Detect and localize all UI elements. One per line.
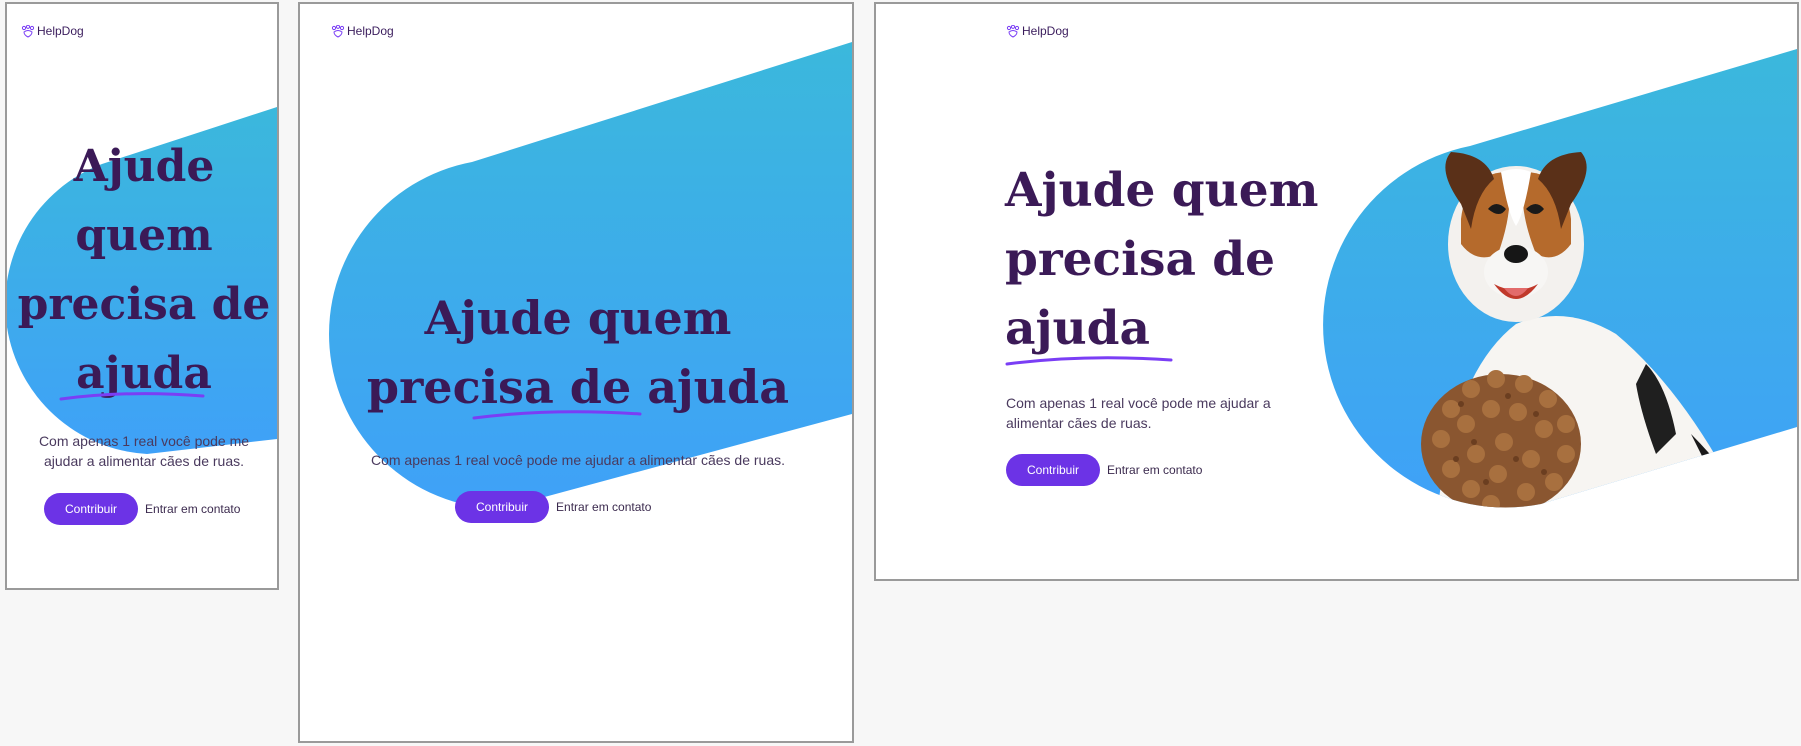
brand-logo[interactable]: HelpDog: [21, 24, 84, 38]
hero-description: Com apenas 1 real você pode me ajudar a …: [38, 433, 250, 469]
contact-link[interactable]: Entrar em contato: [145, 502, 240, 516]
desktop-preview-frame: HelpDog Ajude quem precisa de ajuda Com …: [874, 2, 1799, 581]
mobile-preview-frame: HelpDog Ajude quem precisa de ajuda Com …: [5, 2, 279, 590]
hero-headline: Ajude quem precisa de ajuda: [1005, 163, 1319, 356]
brand-logo[interactable]: HelpDog: [331, 24, 394, 38]
contact-link[interactable]: Entrar em contato: [1107, 463, 1202, 477]
paw-heart-icon: [21, 24, 35, 38]
hero-description: Com apenas 1 real você pode me ajudar a …: [370, 452, 785, 468]
headline-underline: [1005, 356, 1173, 366]
headline-underline: [59, 392, 205, 401]
hero-actions: Contribuir Entrar em contato: [455, 491, 651, 523]
tablet-preview-frame: HelpDog Ajude quem precisa de ajuda Com …: [298, 2, 854, 743]
contribute-button[interactable]: Contribuir: [455, 491, 550, 523]
hero-actions: Contribuir Entrar em contato: [44, 493, 240, 525]
paw-heart-icon: [331, 24, 345, 38]
hero-actions: Contribuir Entrar em contato: [1006, 454, 1202, 486]
hero-headline: Ajude quem precisa de ajuda: [17, 141, 271, 399]
contribute-button[interactable]: Contribuir: [1006, 454, 1101, 486]
brand-name: HelpDog: [1022, 24, 1069, 38]
brand-name: HelpDog: [37, 24, 84, 38]
hero-headline: Ajude quem precisa de ajuda: [366, 291, 790, 414]
hero-description: Com apenas 1 real você pode me ajudar a …: [1006, 395, 1271, 431]
paw-heart-icon: [1006, 24, 1020, 38]
contact-link[interactable]: Entrar em contato: [556, 500, 651, 514]
brand-name: HelpDog: [347, 24, 394, 38]
brand-logo[interactable]: HelpDog: [1006, 24, 1069, 38]
contribute-button[interactable]: Contribuir: [44, 493, 139, 525]
headline-underline: [472, 410, 642, 420]
